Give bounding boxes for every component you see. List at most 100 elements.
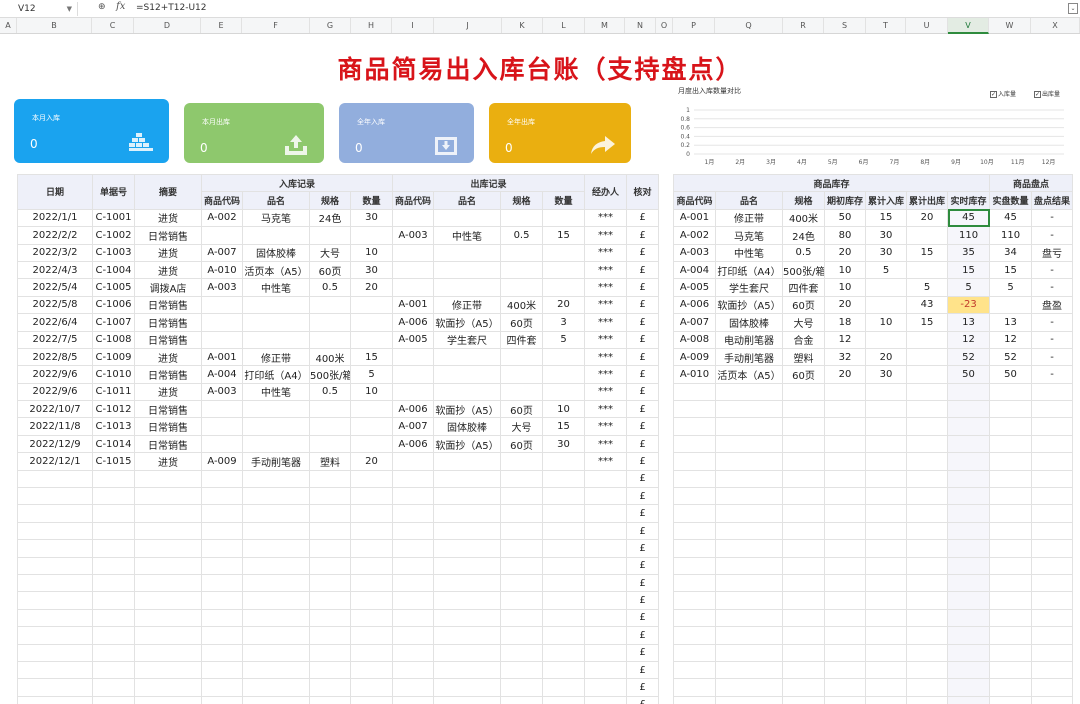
check-cell[interactable]: £ [626,469,660,489]
ledger-cell[interactable]: 500张/箱 [309,365,351,384]
empty-cell[interactable] [1031,626,1074,645]
empty-cell[interactable] [715,400,783,419]
ledger-cell[interactable] [433,347,502,367]
empty-cell[interactable] [906,573,948,593]
empty-cell[interactable] [906,591,948,610]
empty-cell[interactable] [865,626,907,645]
check-cell[interactable]: £ [626,660,660,680]
empty-cell[interactable] [392,678,435,697]
empty-cell[interactable] [349,695,394,704]
empty-cell[interactable] [309,539,351,558]
inventory-cell[interactable]: 0.5 [782,243,825,262]
empty-cell[interactable] [1031,573,1074,593]
inventory-cell[interactable]: 52 [989,347,1033,367]
inventory-cell[interactable] [906,347,948,367]
ledger-cell[interactable] [500,243,544,262]
empty-cell[interactable] [92,660,135,680]
ledger-cell[interactable] [309,400,351,419]
empty-cell[interactable] [242,469,310,489]
check-cell[interactable]: £ [626,626,660,645]
check-cell[interactable]: £ [626,556,660,575]
column-header-c[interactable]: C [92,18,134,33]
ledger-cell[interactable]: 2022/11/8 [17,417,93,436]
empty-cell[interactable] [865,660,907,680]
empty-cell[interactable] [782,504,825,523]
empty-cell[interactable] [309,608,351,628]
empty-cell[interactable] [584,469,628,489]
ledger-cell[interactable] [500,452,544,471]
empty-cell[interactable] [673,608,716,628]
empty-cell[interactable] [946,573,991,593]
check-cell[interactable]: £ [626,487,660,506]
inventory-cell[interactable]: 24色 [782,226,825,245]
empty-cell[interactable] [673,573,716,593]
empty-cell[interactable] [673,504,716,523]
empty-cell[interactable] [715,434,783,454]
subheader[interactable]: 品名 [242,191,310,210]
empty-cell[interactable] [17,660,93,680]
empty-cell[interactable] [1031,608,1074,628]
empty-cell[interactable] [542,643,586,662]
empty-cell[interactable] [500,678,544,697]
inventory-cell[interactable]: 15 [989,260,1033,280]
empty-cell[interactable] [865,504,907,523]
empty-cell[interactable] [782,573,825,593]
ledger-cell[interactable]: 固体胶棒 [433,417,502,436]
header-summary[interactable]: 摘要 [134,174,202,210]
empty-cell[interactable] [865,469,907,489]
ledger-cell[interactable]: 四件套 [500,330,544,349]
inventory-cell[interactable]: 60页 [782,295,825,315]
empty-cell[interactable] [17,504,93,523]
column-header-r[interactable]: R [783,18,824,33]
ledger-cell[interactable]: 2022/5/8 [17,295,93,315]
empty-cell[interactable] [782,382,825,402]
column-header-o[interactable]: O [656,18,673,33]
empty-cell[interactable] [673,695,716,704]
empty-cell[interactable] [92,695,135,704]
empty-cell[interactable] [201,556,243,575]
empty-cell[interactable] [134,504,202,523]
empty-cell[interactable] [134,608,202,628]
ledger-cell[interactable]: 2022/3/2 [17,243,93,262]
realtime-stock-cell[interactable]: 12 [946,330,991,349]
ledger-cell[interactable]: C-1010 [92,365,135,384]
empty-cell[interactable] [92,643,135,662]
ledger-cell[interactable]: 2022/2/2 [17,226,93,245]
empty-cell[interactable] [946,539,991,558]
empty-cell[interactable] [584,591,628,610]
empty-cell[interactable] [946,487,991,506]
empty-cell[interactable] [715,591,783,610]
ledger-cell[interactable]: 400米 [309,347,351,367]
empty-cell[interactable] [392,521,435,541]
empty-cell[interactable] [989,382,1033,402]
inventory-cell[interactable]: 110 [989,226,1033,245]
ledger-cell[interactable]: A-009 [201,452,243,471]
function-icon[interactable]: fx [116,1,125,12]
column-header-l[interactable]: L [543,18,585,33]
empty-cell[interactable] [782,660,825,680]
inventory-cell[interactable]: 34 [989,243,1033,262]
ledger-cell[interactable] [242,434,310,454]
inventory-cell[interactable]: 学生套尺 [715,278,783,297]
column-header-w[interactable]: W [989,18,1031,33]
ledger-cell[interactable]: £ [626,400,660,419]
empty-cell[interactable] [906,626,948,645]
empty-cell[interactable] [715,382,783,402]
empty-cell[interactable] [309,660,351,680]
checkbox-icon[interactable]: ✓ [1034,91,1041,98]
ledger-cell[interactable] [201,330,243,349]
check-cell[interactable]: £ [626,678,660,697]
empty-cell[interactable] [715,417,783,436]
empty-cell[interactable] [782,556,825,575]
empty-cell[interactable] [824,556,866,575]
ledger-cell[interactable] [500,278,544,297]
empty-cell[interactable] [201,643,243,662]
empty-cell[interactable] [542,539,586,558]
inventory-cell[interactable]: A-009 [673,347,716,367]
empty-cell[interactable] [782,608,825,628]
empty-cell[interactable] [1031,504,1074,523]
empty-cell[interactable] [584,487,628,506]
empty-cell[interactable] [906,643,948,662]
ledger-cell[interactable]: 学生套尺 [433,330,502,349]
empty-cell[interactable] [242,591,310,610]
